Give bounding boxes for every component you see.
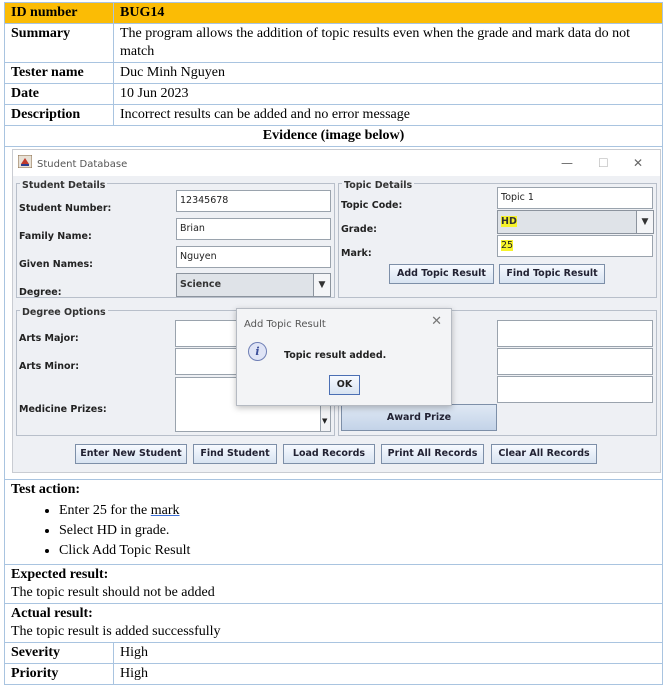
- expected-row: Expected result: The topic result should…: [4, 564, 663, 604]
- severity-value: High: [113, 642, 663, 664]
- topic-details-label: Topic Details: [342, 177, 415, 195]
- window-titlebar: Student Database — ☐ ✕: [13, 150, 660, 176]
- description-row: Description Incorrect results can be add…: [4, 104, 663, 126]
- id-label: ID number: [4, 2, 114, 24]
- summary-row: Summary The program allows the addition …: [4, 23, 663, 63]
- family-name-label: Family Name:: [19, 231, 92, 242]
- severity-label: Severity: [4, 642, 114, 664]
- step-text: Enter 25 for the: [59, 503, 151, 518]
- evidence-row: Student Database — ☐ ✕ Student Details S…: [4, 146, 663, 480]
- tester-value: Duc Minh Nguyen: [113, 62, 663, 84]
- dialog-message: Topic result added.: [284, 350, 387, 361]
- mark-field[interactable]: 25: [497, 235, 653, 257]
- window-title: Student Database: [37, 159, 128, 170]
- print-all-records-button[interactable]: Print All Records: [381, 444, 484, 464]
- summary-value: The program allows the addition of topic…: [113, 23, 663, 63]
- prize-field-2[interactable]: [497, 348, 653, 375]
- enter-new-student-button[interactable]: Enter New Student: [75, 444, 187, 464]
- actual-row: Actual result: The topic result is added…: [4, 603, 663, 643]
- topic-code-field[interactable]: Topic 1: [497, 187, 653, 209]
- test-action-label: Test action:: [11, 482, 81, 497]
- description-label: Description: [4, 104, 114, 126]
- prize-field-1[interactable]: [497, 320, 653, 347]
- list-item: Click Add Topic Result: [59, 541, 656, 561]
- award-prize-button[interactable]: Award Prize: [341, 404, 497, 431]
- test-action-list: Enter 25 for the mark Select HD in grade…: [11, 501, 656, 561]
- id-row: ID number BUG14: [4, 2, 663, 24]
- tester-label: Tester name: [4, 62, 114, 84]
- dialog-close-icon[interactable]: ✕: [431, 313, 442, 331]
- actual-value: The topic result is added successfully: [11, 624, 221, 639]
- given-names-label: Given Names:: [19, 259, 93, 270]
- priority-label: Priority: [4, 663, 114, 685]
- add-topic-result-button[interactable]: Add Topic Result: [389, 264, 494, 284]
- degree-options-label: Degree Options: [20, 304, 108, 322]
- list-item: Enter 25 for the mark: [59, 501, 656, 521]
- actual-label: Actual result:: [11, 606, 93, 621]
- degree-value: Science: [180, 279, 222, 290]
- test-action-row: Test action: Enter 25 for the mark Selec…: [4, 479, 663, 565]
- list-item: Select HD in grade.: [59, 521, 656, 541]
- expected-cell: Expected result: The topic result should…: [4, 564, 663, 604]
- date-value: 10 Jun 2023: [113, 83, 663, 105]
- evidence-cell: Student Database — ☐ ✕ Student Details S…: [4, 146, 663, 480]
- family-name-field[interactable]: Brian: [176, 218, 331, 240]
- grade-value: HD: [501, 216, 517, 227]
- add-topic-result-dialog: Add Topic Result ✕ i Topic result added.…: [236, 308, 452, 406]
- find-topic-result-button[interactable]: Find Topic Result: [499, 264, 605, 284]
- minimize-icon[interactable]: —: [561, 154, 573, 172]
- student-number-label: Student Number:: [19, 203, 112, 214]
- description-value: Incorrect results can be added and no er…: [113, 104, 663, 126]
- load-records-button[interactable]: Load Records: [283, 444, 375, 464]
- student-number-field[interactable]: 12345678: [176, 190, 331, 212]
- degree-combo[interactable]: Science ▼: [176, 273, 331, 297]
- grade-combo[interactable]: HD ▼: [497, 210, 654, 234]
- chevron-down-icon[interactable]: ▼: [313, 274, 330, 296]
- chevron-down-icon[interactable]: ▼: [636, 211, 653, 233]
- maximize-icon[interactable]: ☐: [598, 154, 609, 172]
- topic-code-label: Topic Code:: [341, 200, 403, 211]
- arts-major-label: Arts Major:: [19, 333, 79, 344]
- info-icon: i: [248, 342, 267, 361]
- ok-button[interactable]: OK: [329, 375, 360, 395]
- mark-value: 25: [501, 240, 514, 251]
- find-student-button[interactable]: Find Student: [193, 444, 277, 464]
- clear-all-records-button[interactable]: Clear All Records: [491, 444, 597, 464]
- student-database-window: Student Database — ☐ ✕ Student Details S…: [12, 149, 661, 473]
- severity-row: Severity High: [4, 642, 663, 664]
- date-row: Date 10 Jun 2023: [4, 83, 663, 105]
- actual-cell: Actual result: The topic result is added…: [4, 603, 663, 643]
- priority-value: High: [113, 663, 663, 685]
- tester-row: Tester name Duc Minh Nguyen: [4, 62, 663, 84]
- arts-minor-label: Arts Minor:: [19, 361, 80, 372]
- degree-label: Degree:: [19, 287, 62, 298]
- bug-report-table: ID number BUG14 Summary The program allo…: [4, 2, 663, 685]
- id-value: BUG14: [113, 2, 663, 24]
- chevron-down-icon[interactable]: ▼: [322, 412, 327, 430]
- grade-label: Grade:: [341, 224, 377, 235]
- dialog-title: Add Topic Result: [244, 319, 326, 330]
- summary-label: Summary: [4, 23, 114, 63]
- expected-label: Expected result:: [11, 567, 109, 582]
- prize-field-3[interactable]: [497, 376, 653, 403]
- given-names-field[interactable]: Nguyen: [176, 246, 331, 268]
- evidence-label: Evidence (image below): [4, 125, 663, 147]
- java-app-icon: [18, 155, 32, 168]
- close-icon[interactable]: ✕: [633, 154, 643, 172]
- student-details-label: Student Details: [20, 177, 108, 195]
- medicine-prizes-label: Medicine Prizes:: [19, 404, 107, 415]
- evidence-label-row: Evidence (image below): [4, 125, 663, 147]
- test-action-cell: Test action: Enter 25 for the mark Selec…: [4, 479, 663, 565]
- priority-row: Priority High: [4, 663, 663, 685]
- underlined-word: mark: [150, 503, 180, 518]
- date-label: Date: [4, 83, 114, 105]
- mark-label: Mark:: [341, 248, 372, 259]
- expected-value: The topic result should not be added: [11, 585, 215, 600]
